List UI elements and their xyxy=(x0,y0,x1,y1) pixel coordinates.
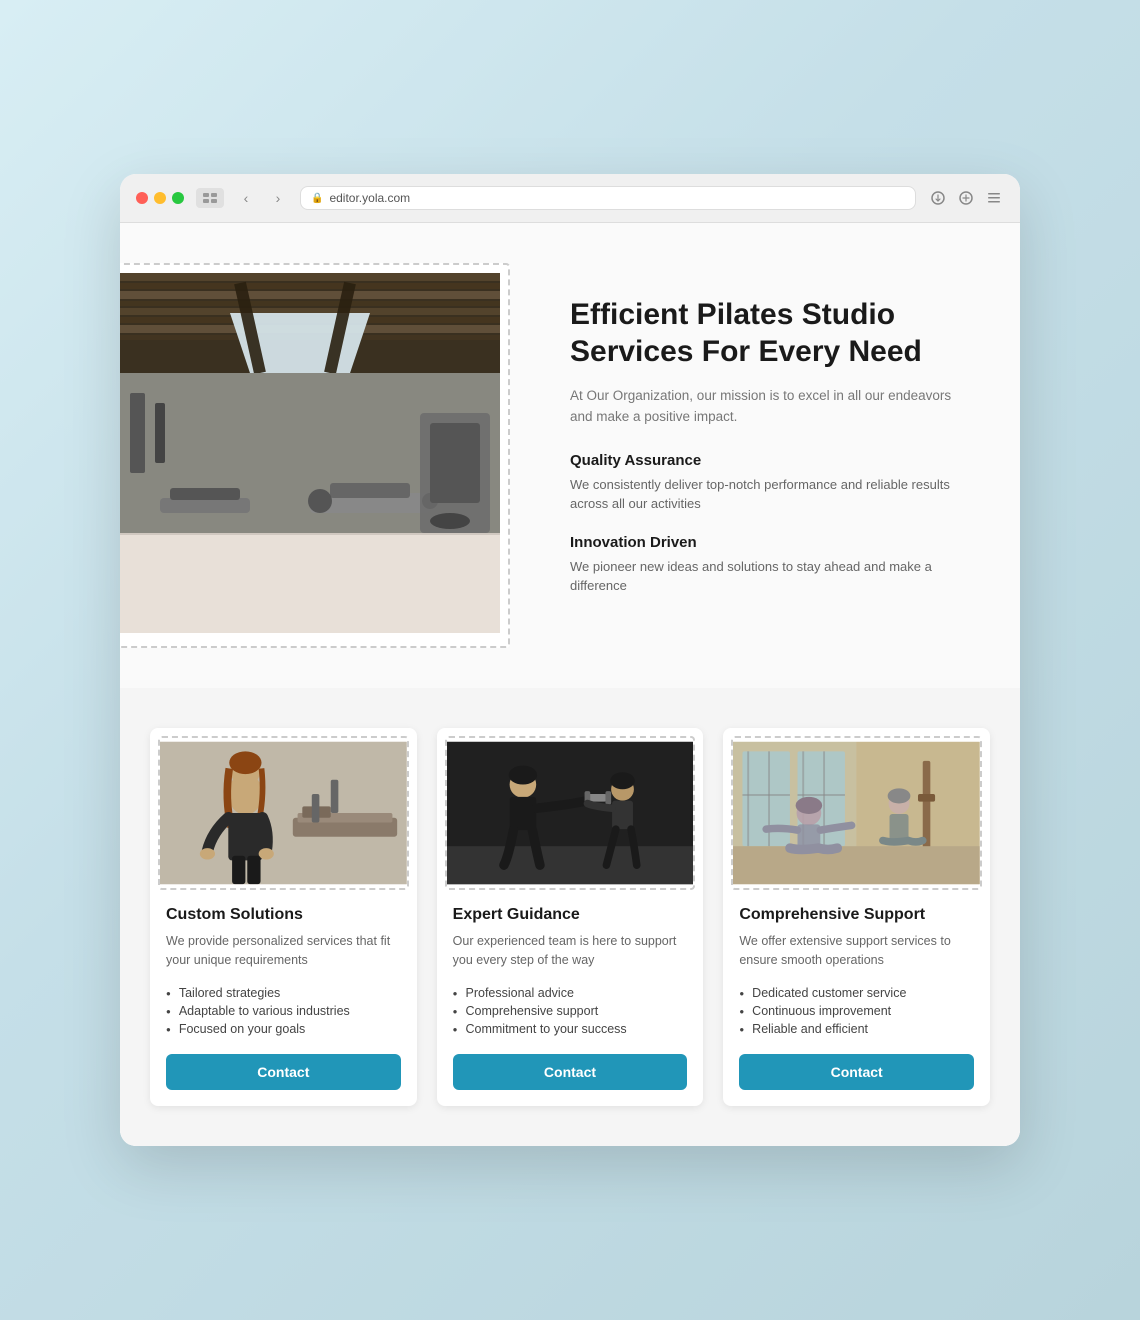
card1-image-dashed xyxy=(158,736,409,890)
traffic-light-yellow[interactable] xyxy=(154,192,166,204)
address-bar[interactable]: 🔒 editor.yola.com xyxy=(300,186,916,210)
card1-image-wrapper xyxy=(150,728,417,890)
share-icon[interactable] xyxy=(928,188,948,208)
card2-desc: Our experienced team is here to support … xyxy=(453,932,688,970)
back-button[interactable]: ‹ xyxy=(236,188,256,208)
card2-image-dashed xyxy=(445,736,696,890)
traffic-light-red[interactable] xyxy=(136,192,148,204)
url-text: editor.yola.com xyxy=(329,191,410,205)
hero-section: Efficient Pilates Studio Services For Ev… xyxy=(120,223,1020,688)
card2-bullet-1: Professional advice xyxy=(453,984,688,1002)
card1-list: Tailored strategies Adaptable to various… xyxy=(166,984,401,1038)
card2-image-wrapper xyxy=(437,728,704,890)
card2-title: Expert Guidance xyxy=(453,906,688,924)
tab-overview-button[interactable] xyxy=(196,188,224,208)
browser-chrome: ‹ › 🔒 editor.yola.com xyxy=(120,174,1020,223)
card-expert-guidance: Expert Guidance Our experienced team is … xyxy=(437,728,704,1106)
card3-desc: We offer extensive support services to e… xyxy=(739,932,974,970)
traffic-lights xyxy=(136,192,184,204)
hero-image-wrapper xyxy=(120,263,510,648)
new-tab-icon[interactable] xyxy=(956,188,976,208)
card2-image xyxy=(447,738,694,888)
cards-grid: Custom Solutions We provide personalized… xyxy=(150,728,990,1106)
feature-innovation-desc: We pioneer new ideas and solutions to st… xyxy=(570,557,970,596)
card2-body: Expert Guidance Our experienced team is … xyxy=(437,890,704,1106)
hero-image xyxy=(120,273,500,633)
card3-bullet-1: Dedicated customer service xyxy=(739,984,974,1002)
card3-image-dashed xyxy=(731,736,982,890)
card-comprehensive-support: Comprehensive Support We offer extensive… xyxy=(723,728,990,1106)
hero-text: Efficient Pilates Studio Services For Ev… xyxy=(550,296,970,616)
card1-image xyxy=(160,738,407,888)
menu-icon[interactable] xyxy=(984,188,1004,208)
card1-contact-button[interactable]: Contact xyxy=(166,1054,401,1090)
card3-bullet-2: Continuous improvement xyxy=(739,1002,974,1020)
card3-image-wrapper xyxy=(723,728,990,890)
hero-subtitle: At Our Organization, our mission is to e… xyxy=(570,385,970,428)
card3-image xyxy=(733,738,980,888)
lock-icon: 🔒 xyxy=(311,193,323,204)
card3-contact-button[interactable]: Contact xyxy=(739,1054,974,1090)
card1-title: Custom Solutions xyxy=(166,906,401,924)
card2-contact-button[interactable]: Contact xyxy=(453,1054,688,1090)
card-custom-solutions: Custom Solutions We provide personalized… xyxy=(150,728,417,1106)
card3-list: Dedicated customer service Continuous im… xyxy=(739,984,974,1038)
card2-bullet-3: Commitment to your success xyxy=(453,1020,688,1038)
card1-bullet-3: Focused on your goals xyxy=(166,1020,401,1038)
card2-bullet-2: Comprehensive support xyxy=(453,1002,688,1020)
feature-quality-desc: We consistently deliver top-notch perfor… xyxy=(570,475,970,514)
browser-window: ‹ › 🔒 editor.yola.com xyxy=(120,174,1020,1146)
traffic-light-green[interactable] xyxy=(172,192,184,204)
card3-body: Comprehensive Support We offer extensive… xyxy=(723,890,990,1106)
forward-button[interactable]: › xyxy=(268,188,288,208)
card3-title: Comprehensive Support xyxy=(739,906,974,924)
browser-actions xyxy=(928,188,1004,208)
card3-bullet-3: Reliable and efficient xyxy=(739,1020,974,1038)
page-content: Efficient Pilates Studio Services For Ev… xyxy=(120,223,1020,1146)
hero-image-dashed-border xyxy=(120,263,510,648)
card2-list: Professional advice Comprehensive suppor… xyxy=(453,984,688,1038)
feature-innovation-title: Innovation Driven xyxy=(570,534,970,551)
card1-desc: We provide personalized services that fi… xyxy=(166,932,401,970)
feature-quality: Quality Assurance We consistently delive… xyxy=(570,452,970,514)
card1-bullet-2: Adaptable to various industries xyxy=(166,1002,401,1020)
cards-section: Custom Solutions We provide personalized… xyxy=(120,688,1020,1146)
hero-title: Efficient Pilates Studio Services For Ev… xyxy=(570,296,970,371)
feature-innovation: Innovation Driven We pioneer new ideas a… xyxy=(570,534,970,596)
card1-bullet-1: Tailored strategies xyxy=(166,984,401,1002)
card1-body: Custom Solutions We provide personalized… xyxy=(150,890,417,1106)
feature-quality-title: Quality Assurance xyxy=(570,452,970,469)
